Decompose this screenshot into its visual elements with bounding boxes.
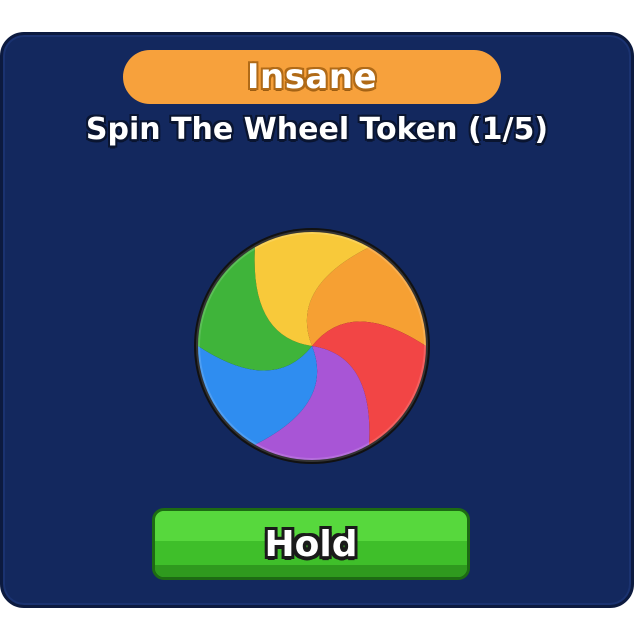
wheel-graphic — [194, 228, 430, 464]
spin-wheel-token-icon — [190, 224, 434, 468]
wheel-segments — [196, 230, 428, 462]
rarity-label: Insane — [246, 57, 378, 97]
hold-button-label: Hold — [264, 523, 358, 565]
hold-button[interactable]: Hold — [152, 508, 470, 580]
item-title: Spin The Wheel Token (1/5) — [85, 112, 549, 147]
rarity-badge: Insane — [123, 50, 501, 104]
